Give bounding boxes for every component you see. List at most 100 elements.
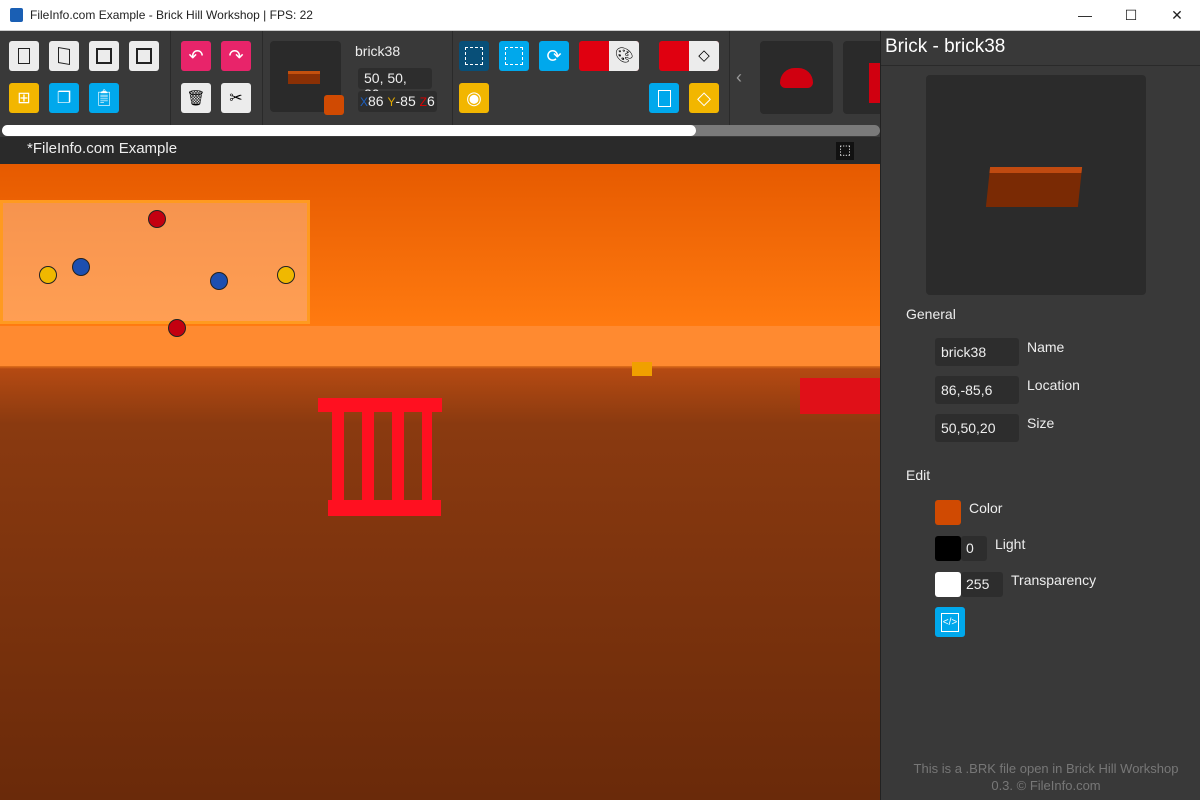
divider bbox=[262, 31, 263, 125]
light-input[interactable]: 0 bbox=[961, 536, 987, 561]
yellow-brick[interactable] bbox=[632, 362, 652, 376]
redo-icon: ↷ bbox=[228, 45, 244, 66]
x-label: X bbox=[360, 95, 369, 109]
undo-button[interactable]: ↶ bbox=[181, 41, 211, 71]
handle-dot[interactable] bbox=[39, 266, 57, 284]
paste-icon: 📋︎ bbox=[93, 90, 115, 107]
y-label: Y bbox=[387, 95, 396, 109]
export-button[interactable] bbox=[649, 83, 679, 113]
size-input[interactable]: 50,50,20 bbox=[935, 414, 1019, 442]
color-picker[interactable] bbox=[935, 500, 961, 525]
fence-base[interactable] bbox=[328, 500, 441, 516]
panel-title: Brick - brick38 bbox=[885, 36, 1006, 57]
import-icon: ⊞ bbox=[17, 90, 31, 107]
paste-button[interactable]: 📋︎ bbox=[89, 83, 119, 113]
divider bbox=[729, 31, 730, 125]
camera-icon[interactable]: ⬚ bbox=[836, 142, 854, 160]
fence-top[interactable] bbox=[318, 398, 442, 412]
size-field[interactable]: 50, 50, 20 bbox=[358, 68, 432, 102]
location-input[interactable]: 86,-85,6 bbox=[935, 376, 1019, 404]
plane-button[interactable]: ◇ bbox=[689, 83, 719, 113]
handle-dot[interactable] bbox=[168, 319, 186, 337]
new-file-button[interactable] bbox=[9, 41, 39, 71]
chevron-left-icon[interactable]: ‹ bbox=[736, 67, 742, 88]
delete-button[interactable]: 🗑︎ bbox=[181, 83, 211, 113]
scrollbar[interactable] bbox=[2, 125, 880, 136]
divider bbox=[881, 65, 1200, 66]
select-button[interactable] bbox=[459, 41, 489, 71]
fence-bars[interactable] bbox=[332, 412, 432, 502]
open-file-icon bbox=[58, 46, 70, 66]
name-label: Name bbox=[1027, 339, 1065, 355]
transparency-color-picker[interactable] bbox=[935, 572, 961, 597]
general-heading: General bbox=[906, 306, 956, 322]
color-label: Color bbox=[969, 500, 1003, 516]
close-button[interactable]: ✕ bbox=[1154, 0, 1200, 31]
trash-icon: 🗑︎ bbox=[186, 90, 206, 107]
cut-button[interactable]: ✂ bbox=[221, 83, 251, 113]
color-swatch[interactable] bbox=[324, 95, 344, 115]
light-label: Light bbox=[995, 536, 1026, 552]
maximize-button[interactable]: ☐ bbox=[1108, 0, 1154, 31]
divider bbox=[452, 31, 453, 125]
light-color-picker[interactable] bbox=[935, 536, 961, 561]
eye-icon: ◉ bbox=[466, 87, 482, 108]
select-icon bbox=[465, 47, 483, 65]
open-file-button[interactable] bbox=[49, 41, 79, 71]
shape-button[interactable]: ◇ bbox=[659, 41, 719, 71]
toolbar: ⊞ ❐ 📋︎ ↶ ↷ 🗑︎ ✂ brick38 50, 50, 20 X86 Y… bbox=[0, 31, 880, 125]
move-icon bbox=[505, 47, 523, 65]
brick-item-dome[interactable] bbox=[760, 41, 833, 114]
scene-header: *FileInfo.com Example ⬚ bbox=[0, 137, 880, 164]
palette-icon: 🎨︎ bbox=[609, 41, 639, 71]
scrollbar-thumb[interactable] bbox=[2, 125, 696, 136]
save-icon bbox=[96, 48, 112, 64]
brick-item-spike[interactable] bbox=[843, 41, 880, 114]
title-bar: FileInfo.com Example - Brick Hill Worksh… bbox=[0, 0, 1200, 31]
3d-viewport[interactable] bbox=[0, 164, 880, 800]
redo-button[interactable]: ↷ bbox=[221, 41, 251, 71]
handle-dot[interactable] bbox=[72, 258, 90, 276]
transparency-input[interactable]: 255 bbox=[961, 572, 1003, 597]
visibility-button[interactable]: ◉ bbox=[459, 83, 489, 113]
edit-heading: Edit bbox=[906, 467, 931, 483]
new-file-icon bbox=[18, 48, 30, 64]
transparency-label: Transparency bbox=[1011, 572, 1097, 588]
plate-icon: ◇ bbox=[689, 41, 719, 71]
handle-dot[interactable] bbox=[148, 210, 166, 228]
rotate-icon: ⟳ bbox=[546, 45, 562, 66]
scissors-icon: ✂ bbox=[229, 90, 243, 107]
wall bbox=[0, 326, 880, 366]
undo-icon: ↶ bbox=[188, 45, 204, 66]
paint-button[interactable]: 🎨︎ bbox=[579, 41, 639, 71]
z-value: 6 bbox=[426, 93, 435, 109]
location-label: Location bbox=[1027, 377, 1080, 393]
copy-button[interactable]: ❐ bbox=[49, 83, 79, 113]
divider bbox=[170, 31, 171, 125]
save-button[interactable] bbox=[89, 41, 119, 71]
properties-panel: Brick - brick38 General brick38 Name 86,… bbox=[880, 31, 1200, 800]
x-value: 86 bbox=[368, 93, 384, 109]
move-button[interactable] bbox=[499, 41, 529, 71]
minimize-button[interactable]: — bbox=[1062, 0, 1108, 31]
script-button[interactable]: </> bbox=[935, 607, 965, 637]
export-icon bbox=[657, 89, 671, 107]
app-icon bbox=[10, 8, 23, 22]
import-button[interactable]: ⊞ bbox=[9, 83, 39, 113]
plane-icon: ◇ bbox=[697, 87, 711, 108]
save-as-button[interactable] bbox=[129, 41, 159, 71]
handle-dot[interactable] bbox=[277, 266, 295, 284]
code-file-icon: </> bbox=[940, 612, 960, 632]
window-title: FileInfo.com Example - Brick Hill Worksh… bbox=[30, 8, 313, 22]
rotate-button[interactable]: ⟳ bbox=[539, 41, 569, 71]
brick-preview-large bbox=[926, 75, 1146, 295]
size-label: Size bbox=[1027, 415, 1055, 431]
red-plate[interactable] bbox=[800, 378, 880, 414]
position-field[interactable]: X86 Y-85 Z6 bbox=[358, 91, 437, 112]
selected-name: brick38 bbox=[355, 43, 401, 59]
handle-dot[interactable] bbox=[210, 272, 228, 290]
copy-icon: ❐ bbox=[56, 90, 72, 107]
footer-note: This is a .BRK file open in Brick Hill W… bbox=[913, 761, 1179, 793]
name-input[interactable]: brick38 bbox=[935, 338, 1019, 366]
z-label: Z bbox=[419, 95, 427, 109]
